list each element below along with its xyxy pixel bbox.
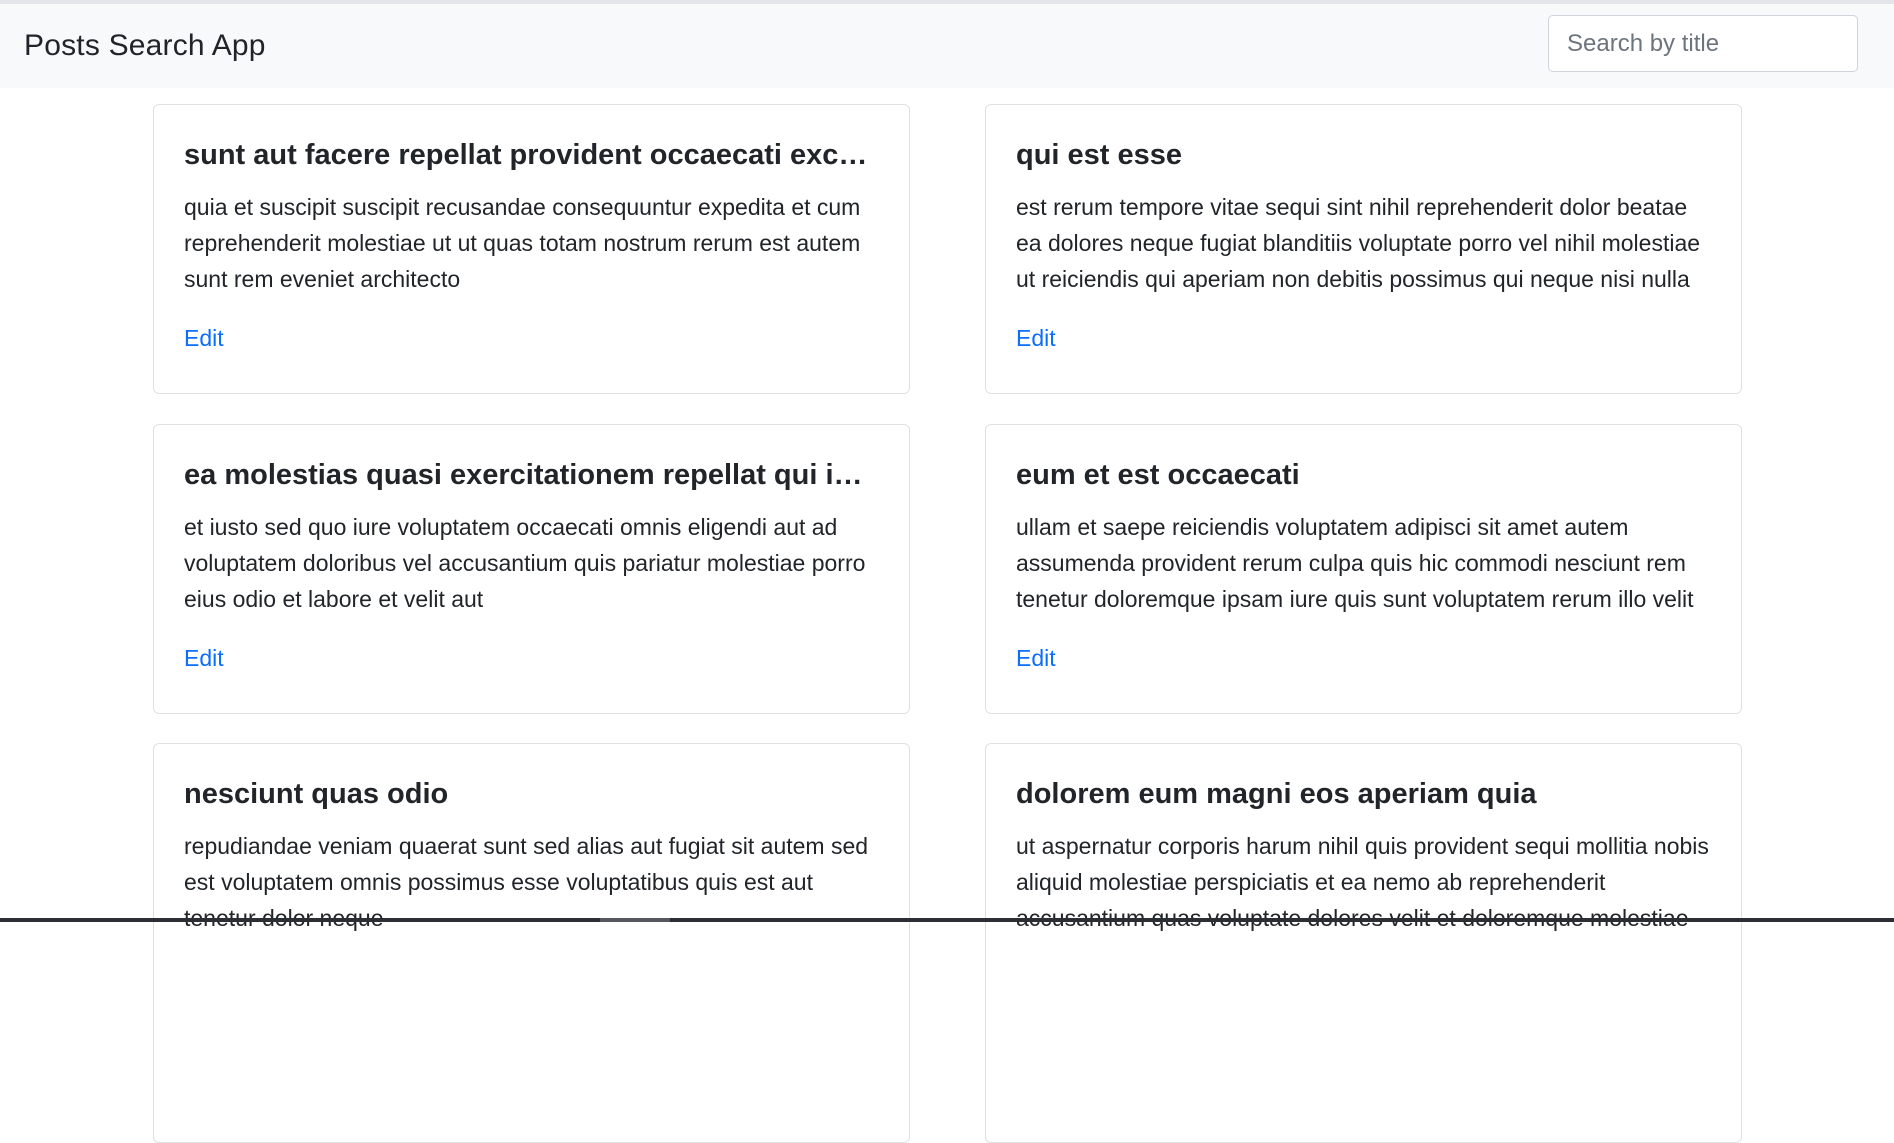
post-title: qui est esse — [1016, 139, 1183, 171]
post-title: eum et est occaecati — [1016, 459, 1300, 491]
post-body: et iusto sed quo iure voluptatem occaeca… — [184, 514, 866, 612]
post-title: ea molestias quasi exercitationem repell… — [184, 459, 879, 491]
post-body: est rerum tempore vitae sequi sint nihil… — [1016, 194, 1701, 292]
post-card: nesciunt quas odio repudiandae veniam qu… — [153, 743, 910, 1143]
post-title: nesciunt quas odio — [184, 778, 449, 810]
post-card: sunt aut facere repellat provident occae… — [153, 104, 910, 394]
posts-grid: sunt aut facere repellat provident occae… — [0, 0, 1894, 1143]
post-card: ea molestias quasi exercitationem repell… — [153, 424, 910, 714]
edit-link[interactable]: Edit — [1016, 645, 1056, 672]
edit-link[interactable]: Edit — [184, 645, 224, 672]
post-body: quia et suscipit suscipit recusandae con… — [184, 194, 861, 292]
edit-link[interactable]: Edit — [1016, 325, 1056, 352]
post-card: dolorem eum magni eos aperiam quia ut as… — [985, 743, 1742, 1143]
post-title: dolorem eum magni eos aperiam quia — [1016, 778, 1537, 810]
scrollbar-thumb[interactable] — [600, 918, 670, 922]
edit-link[interactable]: Edit — [184, 325, 224, 352]
post-card: qui est esse est rerum tempore vitae seq… — [985, 104, 1742, 394]
post-body: ullam et saepe reiciendis voluptatem adi… — [1016, 514, 1694, 612]
post-card: eum et est occaecati ullam et saepe reic… — [985, 424, 1742, 714]
post-title: sunt aut facere repellat provident occae… — [184, 139, 879, 171]
horizontal-scrollbar[interactable] — [0, 918, 1894, 922]
